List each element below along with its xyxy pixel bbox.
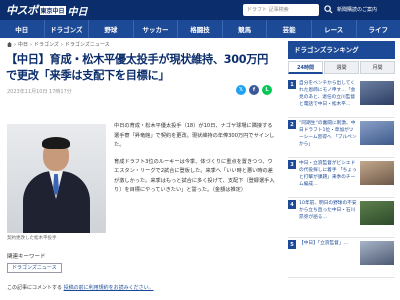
facebook-share-button[interactable]: f [249,85,259,95]
logo-brand: 中日 [67,6,88,18]
rank-number: 4 [288,200,296,209]
comment-line: この記事にコメントする 投稿の前に利用規約をお読みください。 [7,284,154,291]
breadcrumb: › 中日 › ドラゴンズ › ドラゴンズニュース [7,41,110,48]
article-title: 【中日】育成・松木平優太投手が現状維持、300万円で更改「来季は支配下を目標に」 [6,53,268,82]
twitter-share-button[interactable]: 𝕏 [236,85,246,95]
ranking-thumbnail[interactable] [360,81,394,105]
ranking-thumbnail[interactable] [360,201,394,225]
ranking-item-text[interactable]: 10年前、明日の野球の不安から立ち直った中日・石川昂弥が語る… [299,200,357,236]
nav-item-entertainment[interactable]: 芸能 [267,20,312,38]
ranking-title: ドラゴンズランキング [288,41,395,59]
top-header-bar: 中スポ 東京中日 中日 ドラフト 記事検索 新聞購読のご案内 [0,0,400,20]
nav-item-horse-racing[interactable]: 競馬 [223,20,268,38]
breadcrumb-dragons[interactable]: ドラゴンズ [34,41,59,48]
breadcrumb-sep: › [60,41,63,48]
ranking-thumbnail[interactable] [360,161,394,185]
line-share-button[interactable]: L [262,85,272,95]
subscription-link[interactable]: 新聞購読のご案内 [337,4,377,16]
article-paragraph: 中日の育成・松木平優太投手（18）が10日、ナゴヤ球場に隣接する選手寮「昇竜館」… [114,123,275,148]
ranking-item[interactable]: 2 “同期生”の奮闘に刺激、中日ドラフト1位・草加がツーシーム習得へ 「ブルペン… [288,118,395,158]
breadcrumb-sep: › [30,41,33,48]
search-input[interactable]: ドラフト 記事検索 [243,4,319,16]
photo-caption: 契約更改した松木平投手 [7,236,57,241]
breadcrumb-chunichi[interactable]: 中日 [18,41,28,48]
rank-number: 5 [288,240,296,249]
rank-number: 2 [288,120,296,129]
ranking-item-text[interactable]: 【中日】「立浪監督」… [299,240,357,276]
nav-item-racing[interactable]: レース [312,20,357,38]
nav-item-soccer[interactable]: サッカー [134,20,179,38]
rank-number: 3 [288,160,296,169]
nav-item-fighting[interactable]: 格闘技 [178,20,223,38]
ranking-thumbnail[interactable] [360,241,394,265]
logo-sub: 東京中日 [39,5,66,15]
tab-weekly[interactable]: 週間 [324,61,359,74]
ranking-item-text[interactable]: “同期生”の奮闘に刺激、中日ドラフト1位・草加がツーシーム習得へ 「ブルペンから… [299,120,357,156]
home-icon[interactable] [7,42,12,47]
keyword-label: 関連キーワード [7,254,46,260]
ranking-list: 1 自分をベンチから出してくれた恩師にモノ申す…「会見のあと、退任の立川監督と電… [288,78,395,278]
ranking-tabs: 24時間 週間 月間 [288,61,395,74]
breadcrumb-sep: › [14,41,16,48]
keyword-tag[interactable]: ドラゴンズニュース [7,263,62,273]
ranking-item[interactable]: 4 10年前、明日の野球の不安から立ち直った中日・石川昂弥が語る… [288,198,395,238]
main-nav: 中日 ドラゴンズ 野球 サッカー 格闘技 競馬 芸能 レース ライフ [0,20,400,38]
ranking-thumbnail[interactable] [360,121,394,145]
ranking-item[interactable]: 1 自分をベンチから出してくれた恩師にモノ申す…「会見のあと、退任の立川監督と電… [288,78,395,118]
article-body: 中日の育成・松木平優太投手（18）が10日、ナゴヤ球場に隣接する選手寮「昇竜館」… [114,122,276,203]
search-icon[interactable] [324,5,333,14]
nav-item-dragons[interactable]: ドラゴンズ [45,20,90,38]
rank-number: 1 [288,80,296,89]
comment-prefix: この記事にコメントする [7,285,63,291]
photo-hair [42,137,70,149]
tab-24h[interactable]: 24時間 [288,61,323,74]
site-logo[interactable]: 中スポ 東京中日 中日 [6,3,88,18]
nav-item-chunichi[interactable]: 中日 [0,20,45,38]
terms-link[interactable]: 投稿の前に利用規約をお読みください。 [64,285,154,291]
tab-monthly[interactable]: 月間 [360,61,395,74]
ranking-item-text[interactable]: 中日・立浪監督がビシエドの代役探しに着手 「ちょっと打撃が課題」来季のチーム編成… [299,160,357,196]
ranking-item[interactable]: 5 【中日】「立浪監督」… [288,238,395,278]
article-date: 2023年11月10日 17時17分 [7,89,72,95]
breadcrumb-dragons-news[interactable]: ドラゴンズニュース [65,41,110,48]
ranking-item[interactable]: 3 中日・立浪監督がビシエドの代役探しに着手 「ちょっと打撃が課題」来季のチーム… [288,158,395,198]
nav-item-baseball[interactable]: 野球 [89,20,134,38]
logo-main: 中スポ [6,4,38,17]
article-photo[interactable] [7,124,106,233]
article-paragraph: 育成ドラフト3位のルーキーは今季、体づくりに重点を置きつつ、ウエスタン・リーグで… [114,158,275,194]
nav-item-life[interactable]: ライフ [357,20,400,38]
ranking-item-text[interactable]: 自分をベンチから出してくれた恩師にモノ申す…「会見のあと、退任の立川監督と電話で… [299,80,357,116]
